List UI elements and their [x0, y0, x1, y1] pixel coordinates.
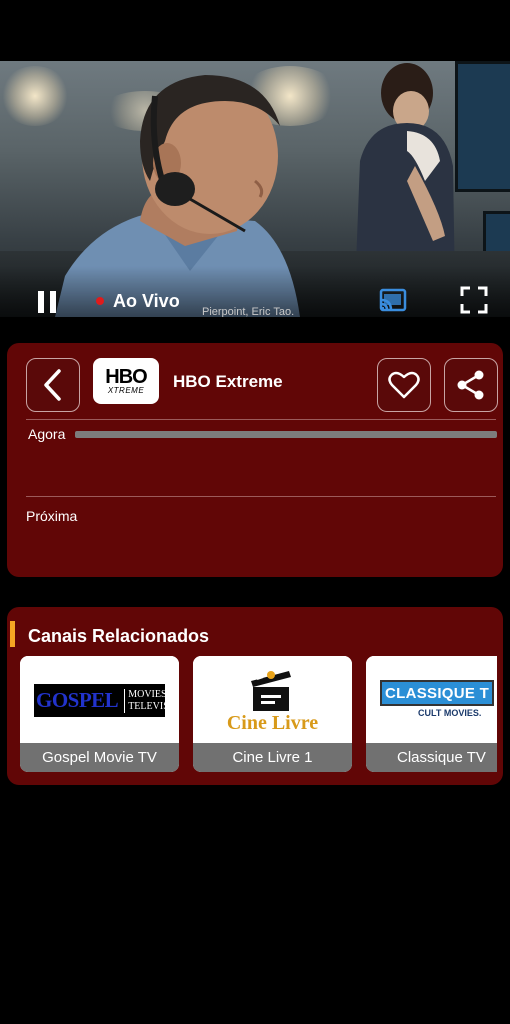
related-channel-name: Classique TV: [366, 743, 497, 772]
pause-button[interactable]: [30, 287, 64, 317]
related-channel-name: Cine Livre 1: [193, 743, 352, 772]
gospel-logo: GOSPEL MOVIES TELEVISION: [34, 684, 179, 717]
related-channel-card[interactable]: Cine Livre Cine Livre 1: [193, 656, 352, 772]
section-accent-bar: [10, 621, 15, 647]
back-button[interactable]: [26, 358, 80, 412]
related-channel-card[interactable]: GOSPEL MOVIES TELEVISION Gospel Movie TV: [20, 656, 179, 772]
channel-thumbnail: GOSPEL MOVIES TELEVISION: [20, 656, 179, 743]
related-channels-title: Canais Relacionados: [28, 626, 210, 646]
cast-button[interactable]: [376, 285, 410, 315]
live-dot: [96, 297, 104, 305]
fullscreen-button[interactable]: [456, 283, 492, 317]
live-label: Ao Vivo: [113, 290, 180, 311]
channel-logo-sub: XTREME: [107, 385, 145, 395]
divider: [26, 419, 496, 420]
related-channels-section: Canais Relacionados GOSPEL MOVIES TELEVI…: [7, 607, 503, 785]
favorite-button[interactable]: [377, 358, 431, 412]
channel-info-panel: HBO XTREME HBO Extreme Agora Próxima: [7, 343, 503, 577]
background-monitor: [455, 61, 510, 192]
fullscreen-icon: [460, 286, 488, 314]
divider: [26, 496, 496, 497]
channel-logo: HBO XTREME: [93, 358, 159, 404]
related-channel-card[interactable]: CLASSIQUE T CULT MOVIES. Classique TV: [366, 656, 497, 772]
video-player[interactable]: Ao Vivo Pierpoint, Eric Tao.: [0, 61, 510, 317]
pause-icon: [38, 291, 56, 313]
classique-logo: CLASSIQUE T: [380, 680, 495, 706]
cast-icon: [379, 288, 407, 312]
chevron-left-icon: [44, 369, 61, 401]
now-label: Agora: [28, 426, 66, 442]
heart-icon: [388, 371, 420, 399]
next-label: Próxima: [26, 508, 78, 524]
related-channel-name: Gospel Movie TV: [20, 743, 179, 772]
live-indicator: Ao Vivo: [96, 290, 180, 312]
classique-tagline: CULT MOVIES.: [418, 708, 482, 718]
now-progress-bar: [75, 431, 497, 438]
channel-thumbnail: Cine Livre: [193, 656, 352, 743]
share-icon: [457, 370, 484, 400]
clapperboard-icon: [251, 670, 291, 711]
cine-livre-logo: Cine Livre: [226, 712, 319, 734]
share-button[interactable]: [444, 358, 498, 412]
channel-name: HBO Extreme: [173, 372, 283, 391]
video-subtitle: Pierpoint, Eric Tao.: [202, 306, 295, 317]
channel-thumbnail: CLASSIQUE T CULT MOVIES.: [366, 656, 497, 743]
channel-logo-main: HBO: [105, 365, 147, 388]
